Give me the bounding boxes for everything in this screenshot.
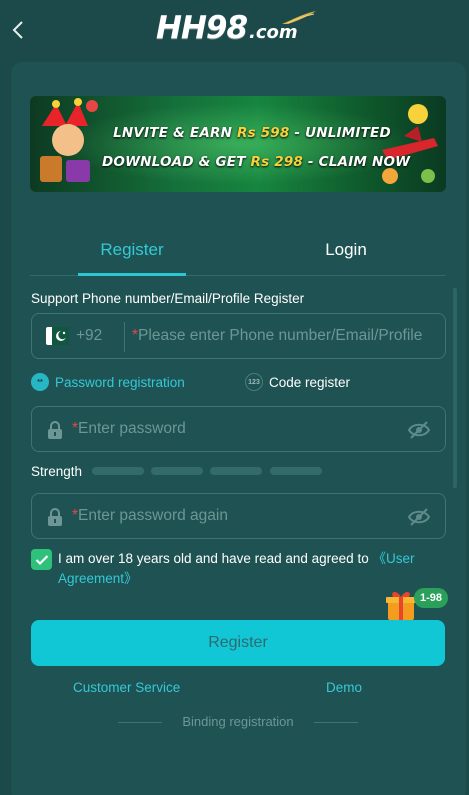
banner-text: LNVITE & EARN	[113, 125, 237, 141]
code-mode-icon: 123	[245, 373, 263, 391]
mode-password-label: Password registration	[55, 374, 185, 390]
banner-amount: Rs 598	[236, 125, 290, 141]
password-mode-icon: **	[31, 373, 49, 391]
chevron-left-icon	[12, 21, 23, 39]
placeholder-text: Enter password again	[78, 507, 228, 524]
wing-icon	[282, 11, 316, 24]
agreement-checkbox[interactable]	[31, 549, 52, 570]
banner-text: DOWNLOAD & GET	[102, 154, 251, 170]
binding-registration[interactable]: Binding registration	[118, 714, 358, 730]
strength-segment-1	[92, 467, 144, 475]
placeholder-text: Please enter Phone number/Email/Profile	[138, 327, 423, 344]
eye-off-icon[interactable]	[407, 507, 431, 527]
divider-line	[314, 722, 358, 723]
mode-password-registration[interactable]: ** Password registration	[31, 373, 185, 391]
active-tab-indicator	[78, 273, 186, 276]
banner-line-invite: LNVITE & EARN Rs 598 - UNLIMITED	[102, 125, 402, 141]
brand-name: HH98	[156, 10, 248, 46]
confirm-password-input[interactable]: *Enter password again	[31, 493, 446, 539]
strength-segment-4	[270, 467, 322, 475]
lock-icon	[48, 421, 62, 439]
auth-tabs: Register Login	[30, 230, 446, 276]
agreement-statement: I am over 18 years old and have read and…	[58, 551, 373, 566]
field-divider	[124, 322, 125, 352]
scrollbar[interactable]	[453, 288, 457, 488]
strength-segment-2	[151, 467, 203, 475]
banner-line-download: DOWNLOAD & GET Rs 298 - CLAIM NOW	[102, 154, 410, 170]
jester-icon	[40, 98, 98, 182]
lock-icon	[48, 508, 62, 526]
mode-code-register[interactable]: 123 Code register	[245, 373, 350, 391]
strength-label: Strength	[31, 464, 83, 479]
customer-service-link[interactable]: Customer Service	[73, 680, 180, 695]
mode-code-label: Code register	[269, 374, 351, 390]
promo-banner[interactable]: LNVITE & EARN Rs 598 - UNLIMITED DOWNLOA…	[30, 96, 446, 192]
plane-icon	[382, 104, 438, 184]
eye-off-icon[interactable]	[407, 420, 431, 440]
checkmark-icon	[35, 554, 48, 565]
country-code[interactable]: +92	[76, 327, 102, 345]
account-placeholder: *Please enter Phone number/Email/Profile	[132, 327, 423, 344]
gift-badge[interactable]: 1-98	[414, 588, 449, 608]
strength-segment-3	[210, 467, 262, 475]
pakistan-flag-icon	[46, 327, 69, 345]
placeholder-text: Enter password	[78, 420, 186, 437]
confirm-placeholder: *Enter password again	[72, 507, 228, 524]
tab-login[interactable]: Login	[292, 240, 400, 276]
account-input[interactable]: +92 *Please enter Phone number/Email/Pro…	[31, 313, 446, 359]
gift-icon[interactable]	[384, 588, 418, 622]
account-label: Support Phone number/Email/Profile Regis…	[31, 291, 305, 306]
tab-register[interactable]: Register	[78, 240, 186, 276]
banner-text: - CLAIM NOW	[303, 154, 411, 170]
demo-link[interactable]: Demo	[326, 680, 362, 695]
agreement-text: I am over 18 years old and have read and…	[58, 549, 446, 589]
password-input[interactable]: *Enter password	[31, 406, 446, 452]
password-placeholder: *Enter password	[72, 420, 186, 437]
back-button[interactable]	[4, 14, 32, 46]
banner-text: - UNLIMITED	[289, 125, 391, 141]
banner-amount: Rs 298	[250, 154, 304, 170]
register-button[interactable]: Register	[31, 620, 445, 666]
top-bar: HH98 .com	[0, 0, 469, 60]
brand-logo: HH98 .com	[156, 10, 316, 50]
